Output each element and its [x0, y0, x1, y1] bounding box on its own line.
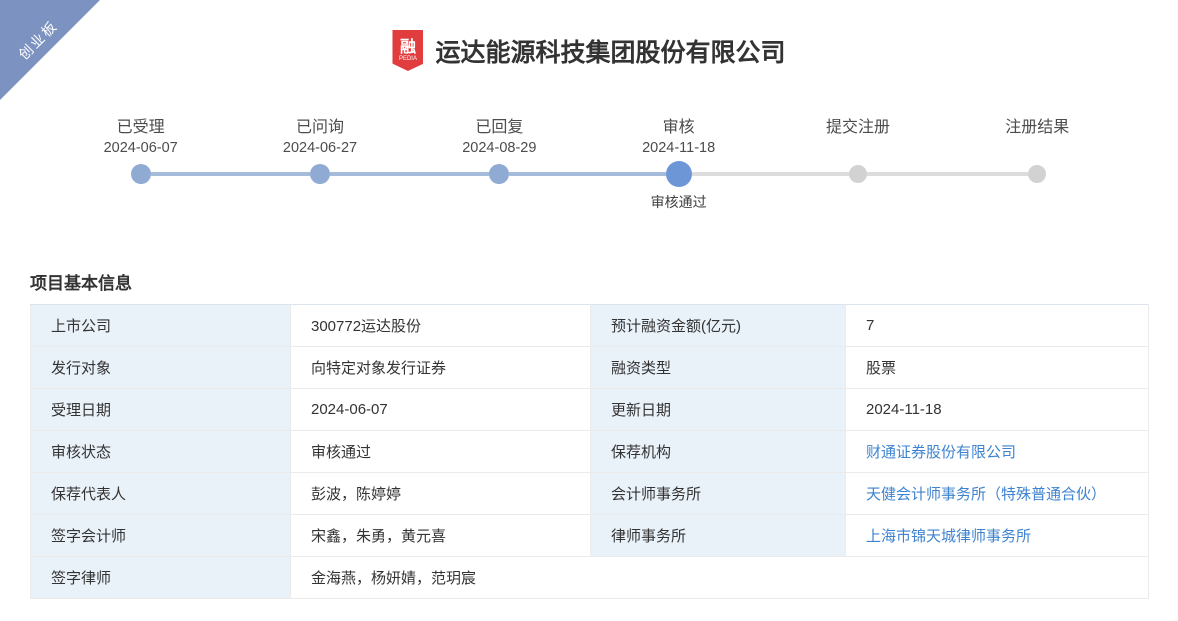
step-name: 提交注册: [768, 117, 947, 138]
step-date: [768, 138, 947, 159]
table-row: 发行对象 向特定对象发行证券 融资类型 股票: [31, 347, 1149, 389]
step-submit-registration: 提交注册: [768, 117, 947, 212]
table-row: 受理日期 2024-06-07 更新日期 2024-11-18: [31, 389, 1149, 431]
step-name: 审核: [589, 117, 768, 138]
field-label: 受理日期: [31, 389, 291, 431]
sponsor-link[interactable]: 财通证券股份有限公司: [866, 444, 1016, 461]
field-label: 会计师事务所: [591, 473, 846, 515]
field-label: 发行对象: [31, 347, 291, 389]
field-value: 2024-06-07: [291, 389, 591, 431]
step-name: 已问询: [230, 117, 409, 138]
step-replied: 已回复 2024-08-29: [410, 117, 589, 212]
field-label: 上市公司: [31, 305, 291, 347]
logo-char: 融: [400, 39, 416, 56]
project-basic-info-table: 上市公司 300772运达股份 预计融资金额(亿元) 7 发行对象 向特定对象发…: [30, 304, 1149, 599]
step-name: 已受理: [51, 117, 230, 138]
step-inquired: 已问询 2024-06-27: [230, 117, 409, 212]
field-value: 彭波，陈婷婷: [291, 473, 591, 515]
field-label: 更新日期: [591, 389, 846, 431]
field-value: 向特定对象发行证券: [291, 347, 591, 389]
step-dot: [131, 164, 151, 184]
field-label: 审核状态: [31, 431, 291, 473]
logo-subtext: PEDIA: [399, 56, 417, 63]
section-title-basic-info: 项目基本信息: [30, 269, 1178, 294]
rong-logo-icon: 融 PEDIA: [392, 30, 423, 71]
step-registration-result: 注册结果: [948, 117, 1127, 212]
field-value: 股票: [846, 347, 1149, 389]
step-date: 2024-08-29: [410, 138, 589, 159]
review-progress-stepper: 已受理 2024-06-07 已问询 2024-06-27 已回复 2024-0…: [51, 117, 1127, 212]
field-label: 签字律师: [31, 557, 291, 599]
field-value: 300772运达股份: [291, 305, 591, 347]
step-review: 审核 2024-11-18 审核通过: [589, 117, 768, 212]
step-dot: [849, 165, 867, 183]
step-date: 2024-11-18: [589, 138, 768, 159]
law-firm-link[interactable]: 上海市锦天城律师事务所: [866, 528, 1031, 545]
step-date: 2024-06-27: [230, 138, 409, 159]
table-row: 上市公司 300772运达股份 预计融资金额(亿元) 7: [31, 305, 1149, 347]
field-label: 签字会计师: [31, 515, 291, 557]
field-value: 2024-11-18: [846, 389, 1149, 431]
company-title: 运达能源科技集团股份有限公司: [435, 33, 785, 69]
field-value: 审核通过: [291, 431, 591, 473]
field-label: 保荐代表人: [31, 473, 291, 515]
step-dot: [1028, 165, 1046, 183]
field-value: 金海燕，杨妍婧，范玥宸: [291, 557, 1149, 599]
field-label: 律师事务所: [591, 515, 846, 557]
field-label: 预计融资金额(亿元): [591, 305, 846, 347]
table-row: 审核状态 审核通过 保荐机构 财通证券股份有限公司: [31, 431, 1149, 473]
accounting-firm-link[interactable]: 天健会计师事务所（特殊普通合伙）: [866, 486, 1106, 503]
field-value: 7: [846, 305, 1149, 347]
step-name: 注册结果: [948, 117, 1127, 138]
step-dot: [489, 164, 509, 184]
table-row: 保荐代表人 彭波，陈婷婷 会计师事务所 天健会计师事务所（特殊普通合伙）: [31, 473, 1149, 515]
page-header: 融 PEDIA 运达能源科技集团股份有限公司: [0, 0, 1178, 71]
table-row: 签字会计师 宋鑫，朱勇，黄元喜 律师事务所 上海市锦天城律师事务所: [31, 515, 1149, 557]
step-date: 2024-06-07: [51, 138, 230, 159]
review-result-label: 审核通过: [589, 192, 768, 212]
field-value: 宋鑫，朱勇，黄元喜: [291, 515, 591, 557]
field-label: 融资类型: [591, 347, 846, 389]
table-row: 签字律师 金海燕，杨妍婧，范玥宸: [31, 557, 1149, 599]
step-accepted: 已受理 2024-06-07: [51, 117, 230, 212]
step-dot: [666, 161, 692, 187]
step-dot: [310, 164, 330, 184]
step-date: [948, 138, 1127, 159]
step-name: 已回复: [410, 117, 589, 138]
field-label: 保荐机构: [591, 431, 846, 473]
